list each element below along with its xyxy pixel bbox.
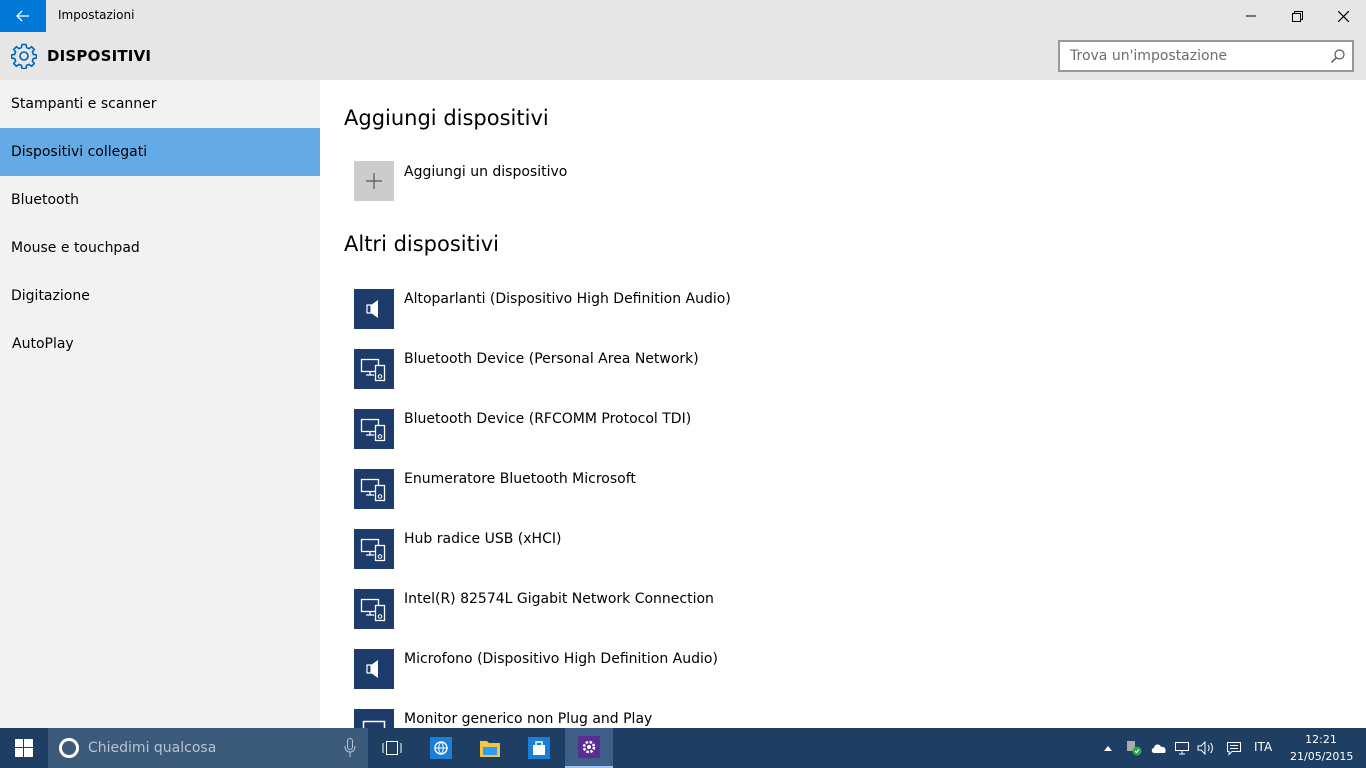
network-tray-button[interactable]: [1172, 728, 1192, 768]
network-icon: [1175, 742, 1189, 755]
volume-icon: [1197, 741, 1213, 755]
speaker-icon: [354, 649, 394, 689]
notification-icon: [1227, 741, 1241, 756]
window-title: Impostazioni: [58, 8, 135, 22]
devices-icon: [354, 589, 394, 629]
defender-tray-button[interactable]: [1124, 728, 1144, 768]
action-center-button[interactable]: [1224, 728, 1244, 768]
sidebar: Stampanti e scanner Dispositivi collegat…: [0, 80, 320, 728]
plus-icon: [366, 173, 382, 189]
microphone-icon[interactable]: [344, 738, 356, 758]
settings-app-button[interactable]: [565, 728, 613, 768]
devices-icon: [354, 529, 394, 569]
windows-logo-icon: [15, 739, 33, 757]
add-devices-heading: Aggiungi dispositivi: [344, 106, 549, 130]
sidebar-item-autoplay[interactable]: AutoPlay: [0, 320, 320, 368]
restore-icon: [1291, 10, 1303, 22]
settings-header: DISPOSITIVI: [0, 32, 1366, 80]
device-name: Monitor generico non Plug and Play: [404, 711, 653, 727]
cortana-search-box[interactable]: Chiedimi qualcosa: [48, 728, 368, 768]
device-item[interactable]: Enumeratore Bluetooth Microsoft: [354, 469, 954, 509]
device-item[interactable]: Monitor generico non Plug and Play: [354, 709, 954, 728]
other-devices-heading: Altri dispositivi: [344, 232, 499, 256]
file-explorer-button[interactable]: [466, 728, 514, 768]
device-name: Microfono (Dispositivo High Definition A…: [404, 651, 718, 667]
devices-icon: [354, 469, 394, 509]
sidebar-item-stampanti[interactable]: Stampanti e scanner: [0, 80, 320, 128]
show-hidden-icons-button[interactable]: [1100, 728, 1116, 768]
speaker-icon: [354, 289, 394, 329]
monitor-icon: [354, 709, 394, 728]
sidebar-item-digitazione[interactable]: Digitazione: [0, 272, 320, 320]
clock[interactable]: 12:21 21/05/2015: [1290, 731, 1354, 765]
device-item[interactable]: Intel(R) 82574L Gigabit Network Connecti…: [354, 589, 954, 629]
device-name: Altoparlanti (Dispositivo High Definitio…: [404, 291, 731, 307]
folder-icon: [480, 741, 500, 757]
cortana-placeholder[interactable]: Chiedimi qualcosa: [88, 740, 216, 756]
restore-button[interactable]: [1274, 0, 1320, 32]
gear-icon: [11, 43, 37, 69]
cortana-icon: [59, 738, 79, 758]
volume-tray-button[interactable]: [1196, 728, 1216, 768]
store-button[interactable]: [515, 728, 563, 768]
device-name: Bluetooth Device (Personal Area Network): [404, 351, 699, 367]
settings-search-box[interactable]: [1058, 40, 1354, 72]
taskbar: Chiedimi qualcosa ITA 12:21 21/05/2015: [0, 728, 1366, 768]
device-item[interactable]: Bluetooth Device (RFCOMM Protocol TDI): [354, 409, 954, 449]
device-name: Bluetooth Device (RFCOMM Protocol TDI): [404, 411, 692, 427]
page-title: DISPOSITIVI: [47, 47, 152, 65]
task-view-icon: [382, 741, 402, 755]
device-name: Intel(R) 82574L Gigabit Network Connecti…: [404, 591, 714, 607]
task-view-button[interactable]: [368, 728, 416, 768]
cloud-icon: [1151, 744, 1166, 753]
sidebar-item-dispositivi-collegati[interactable]: Dispositivi collegati: [0, 128, 320, 176]
devices-icon: [354, 409, 394, 449]
onedrive-tray-button[interactable]: [1149, 728, 1169, 768]
back-button[interactable]: [0, 0, 46, 32]
close-button[interactable]: [1320, 0, 1366, 32]
security-shield-icon: [1127, 741, 1142, 756]
start-button[interactable]: [0, 728, 48, 768]
sidebar-item-bluetooth[interactable]: Bluetooth: [0, 176, 320, 224]
title-bar: Impostazioni: [0, 0, 1366, 32]
search-icon[interactable]: [1330, 48, 1346, 64]
add-device-button[interactable]: [354, 161, 394, 201]
device-name: Enumeratore Bluetooth Microsoft: [404, 471, 636, 487]
settings-search-input[interactable]: [1060, 42, 1310, 70]
device-name: Hub radice USB (xHCI): [404, 531, 562, 547]
close-icon: [1337, 10, 1349, 22]
minimize-icon: [1246, 15, 1256, 17]
settings-gear-icon: [578, 736, 600, 758]
add-device-label[interactable]: Aggiungi un dispositivo: [404, 164, 567, 180]
sidebar-item-mouse-touchpad[interactable]: Mouse e touchpad: [0, 224, 320, 272]
devices-icon: [354, 349, 394, 389]
minimize-button[interactable]: [1228, 0, 1274, 32]
main-content: Aggiungi dispositivi Aggiungi un disposi…: [320, 80, 1366, 728]
browser-globe-icon: [430, 737, 452, 759]
device-item[interactable]: Hub radice USB (xHCI): [354, 529, 954, 569]
device-item[interactable]: Bluetooth Device (Personal Area Network): [354, 349, 954, 389]
clock-time: 12:21: [1305, 733, 1337, 746]
input-language-indicator[interactable]: ITA: [1254, 740, 1272, 754]
chevron-up-icon: [1104, 746, 1112, 751]
device-item[interactable]: Microfono (Dispositivo High Definition A…: [354, 649, 954, 689]
back-arrow-icon: [16, 10, 29, 22]
device-item[interactable]: Altoparlanti (Dispositivo High Definitio…: [354, 289, 954, 329]
clock-date: 21/05/2015: [1290, 750, 1354, 763]
edge-button[interactable]: [417, 728, 465, 768]
store-bag-icon: [528, 737, 550, 759]
